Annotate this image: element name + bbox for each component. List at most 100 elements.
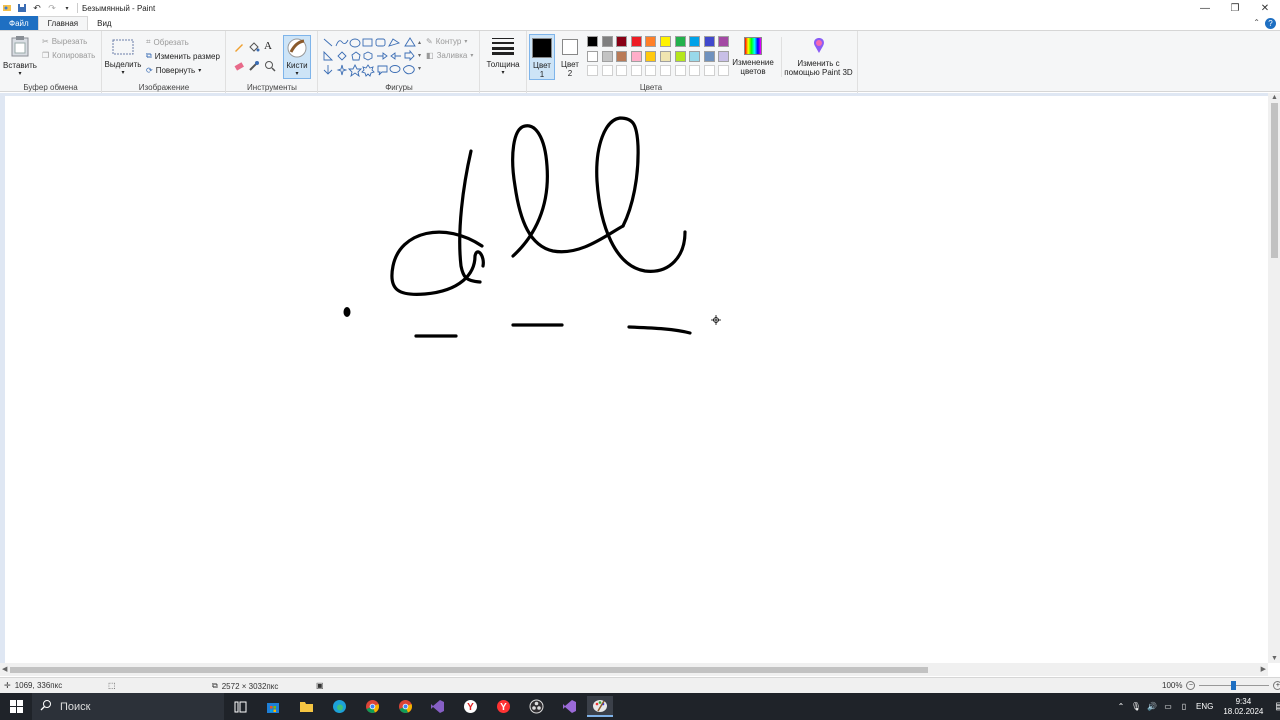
color-swatch[interactable] bbox=[689, 65, 701, 77]
fill-button[interactable]: ◧ Заливка ▾ bbox=[426, 51, 473, 60]
save-icon[interactable] bbox=[17, 3, 27, 13]
volume-icon[interactable]: 🔊 bbox=[1144, 702, 1160, 711]
language-indicator[interactable]: ENG bbox=[1196, 702, 1213, 711]
notifications-icon[interactable]: ▤ bbox=[1275, 701, 1280, 712]
zoom-slider-thumb[interactable] bbox=[1231, 681, 1237, 690]
color2-button[interactable]: Цвет 2 bbox=[558, 34, 582, 80]
size-button[interactable]: Толщина ▾ bbox=[484, 37, 522, 78]
edit-colors-button[interactable]: Изменение цветов bbox=[731, 37, 775, 76]
pencil-icon[interactable] bbox=[233, 41, 245, 55]
collapse-ribbon-icon[interactable]: ⌃ bbox=[1253, 18, 1260, 27]
color-swatch[interactable] bbox=[630, 36, 642, 47]
drawing-canvas[interactable] bbox=[5, 96, 1268, 663]
crop-button[interactable]: ⌗ Обрезать bbox=[146, 37, 189, 47]
chrome-icon[interactable] bbox=[359, 696, 385, 717]
undo-icon[interactable]: ↶ bbox=[32, 3, 42, 13]
show-hidden-icons-icon[interactable]: ⌃ bbox=[1114, 702, 1128, 711]
rotate-button[interactable]: ⟳ Повернуть ▾ bbox=[146, 66, 201, 75]
scroll-down-icon[interactable]: ▼ bbox=[1271, 655, 1278, 662]
color-swatch[interactable] bbox=[616, 36, 628, 47]
vertical-scrollbar[interactable]: ▲ ▼ bbox=[1268, 93, 1280, 663]
color-swatch[interactable] bbox=[703, 36, 715, 47]
color-swatch[interactable] bbox=[674, 50, 686, 62]
color-swatch[interactable] bbox=[689, 50, 701, 62]
edge-browser-icon[interactable] bbox=[326, 696, 352, 717]
color-swatch[interactable] bbox=[674, 36, 686, 47]
eraser-icon[interactable] bbox=[233, 60, 245, 74]
tab-home[interactable]: Главная bbox=[37, 16, 89, 30]
color-swatch[interactable] bbox=[601, 36, 613, 47]
color-swatch[interactable] bbox=[645, 36, 657, 47]
color-swatch[interactable] bbox=[645, 65, 657, 77]
help-icon[interactable]: ? bbox=[1265, 18, 1276, 29]
color-swatch[interactable] bbox=[601, 50, 613, 62]
redo-icon[interactable]: ↷ bbox=[47, 3, 57, 13]
horizontal-scroll-thumb[interactable] bbox=[10, 667, 928, 673]
start-button[interactable] bbox=[0, 693, 32, 720]
tab-file[interactable]: Файл bbox=[0, 16, 38, 30]
color-swatch[interactable] bbox=[601, 65, 613, 77]
color-swatch[interactable] bbox=[616, 65, 628, 77]
color-swatch[interactable] bbox=[630, 65, 642, 77]
paint3d-button[interactable]: Изменить с помощью Paint 3D bbox=[781, 37, 855, 77]
close-button[interactable]: ✕ bbox=[1250, 0, 1280, 16]
select-button[interactable]: Выделить ▾ bbox=[105, 39, 141, 78]
customize-toolbar-icon[interactable]: ▾ bbox=[62, 3, 72, 13]
yandex-icon[interactable]: Y bbox=[490, 696, 516, 717]
yandex-browser-icon[interactable]: Y bbox=[457, 696, 483, 717]
color-swatch[interactable] bbox=[660, 50, 671, 62]
color-swatch[interactable] bbox=[587, 36, 598, 47]
brushes-button[interactable]: Кисти ▾ bbox=[283, 35, 311, 79]
tab-view[interactable]: Вид bbox=[88, 16, 120, 30]
minimize-button[interactable]: — bbox=[1190, 0, 1220, 16]
color-swatch[interactable] bbox=[703, 65, 715, 77]
obs-icon[interactable] bbox=[523, 696, 549, 717]
color-swatch[interactable] bbox=[718, 36, 730, 47]
paint-taskbar-icon[interactable] bbox=[587, 696, 613, 717]
chrome-profile-icon[interactable] bbox=[392, 696, 418, 717]
scroll-up-icon[interactable]: ▲ bbox=[1271, 94, 1278, 101]
scroll-left-icon[interactable]: ◀ bbox=[2, 665, 7, 673]
resize-button[interactable]: ⧉ Изменить размер bbox=[146, 51, 220, 61]
network-icon[interactable]: ▭ bbox=[1160, 702, 1176, 711]
color-swatch[interactable] bbox=[689, 36, 701, 47]
color-swatch[interactable] bbox=[660, 36, 671, 47]
text-tool-icon[interactable]: A bbox=[264, 40, 272, 52]
taskbar-search[interactable]: Поиск bbox=[32, 693, 224, 720]
color-swatch[interactable] bbox=[660, 65, 671, 77]
clock[interactable]: 9:34 18.02.2024 bbox=[1223, 697, 1263, 717]
shapes-gallery[interactable] bbox=[321, 37, 419, 78]
color1-button[interactable]: Цвет 1 bbox=[529, 34, 555, 80]
visual-studio-2-icon[interactable] bbox=[556, 696, 582, 717]
horizontal-scrollbar[interactable]: ◀ ▶ bbox=[0, 663, 1268, 676]
restore-button[interactable]: ❐ bbox=[1220, 0, 1250, 16]
zoom-out-icon[interactable]: − bbox=[1186, 681, 1196, 690]
color-swatch[interactable] bbox=[616, 50, 628, 62]
microsoft-store-icon[interactable] bbox=[260, 696, 286, 717]
microphone-icon[interactable]: 🎙 bbox=[1128, 702, 1144, 711]
fill-bucket-icon[interactable] bbox=[248, 41, 260, 55]
visual-studio-icon[interactable] bbox=[424, 696, 450, 717]
paste-button[interactable]: Вставить ▾ bbox=[3, 35, 37, 79]
outline-button[interactable]: ✎ Контур ▾ bbox=[426, 37, 467, 46]
zoom-slider[interactable] bbox=[1199, 681, 1270, 690]
magnifier-icon[interactable] bbox=[264, 60, 276, 74]
copy-button[interactable]: ❐ Копировать bbox=[42, 51, 95, 60]
color-swatch[interactable] bbox=[645, 50, 657, 62]
cut-button[interactable]: ✂ Вырезать bbox=[42, 37, 87, 46]
task-view-icon[interactable] bbox=[227, 696, 253, 717]
battery-icon[interactable]: ▯ bbox=[1176, 702, 1192, 711]
zoom-in-icon[interactable]: + bbox=[1273, 681, 1280, 690]
scroll-right-icon[interactable]: ▶ bbox=[1261, 665, 1266, 673]
file-explorer-icon[interactable] bbox=[293, 696, 319, 717]
color-swatch[interactable] bbox=[674, 65, 686, 77]
color-swatch[interactable] bbox=[587, 50, 598, 62]
vertical-scroll-thumb[interactable] bbox=[1271, 103, 1278, 258]
color-swatch[interactable] bbox=[718, 50, 730, 62]
color-picker-icon[interactable] bbox=[248, 60, 260, 74]
color-swatch[interactable] bbox=[630, 50, 642, 62]
color-swatch[interactable] bbox=[703, 50, 715, 62]
shapes-scroll[interactable]: ▴ ▾ ▾ bbox=[418, 37, 421, 76]
color-swatch[interactable] bbox=[587, 65, 598, 77]
color-swatch[interactable] bbox=[718, 65, 730, 77]
